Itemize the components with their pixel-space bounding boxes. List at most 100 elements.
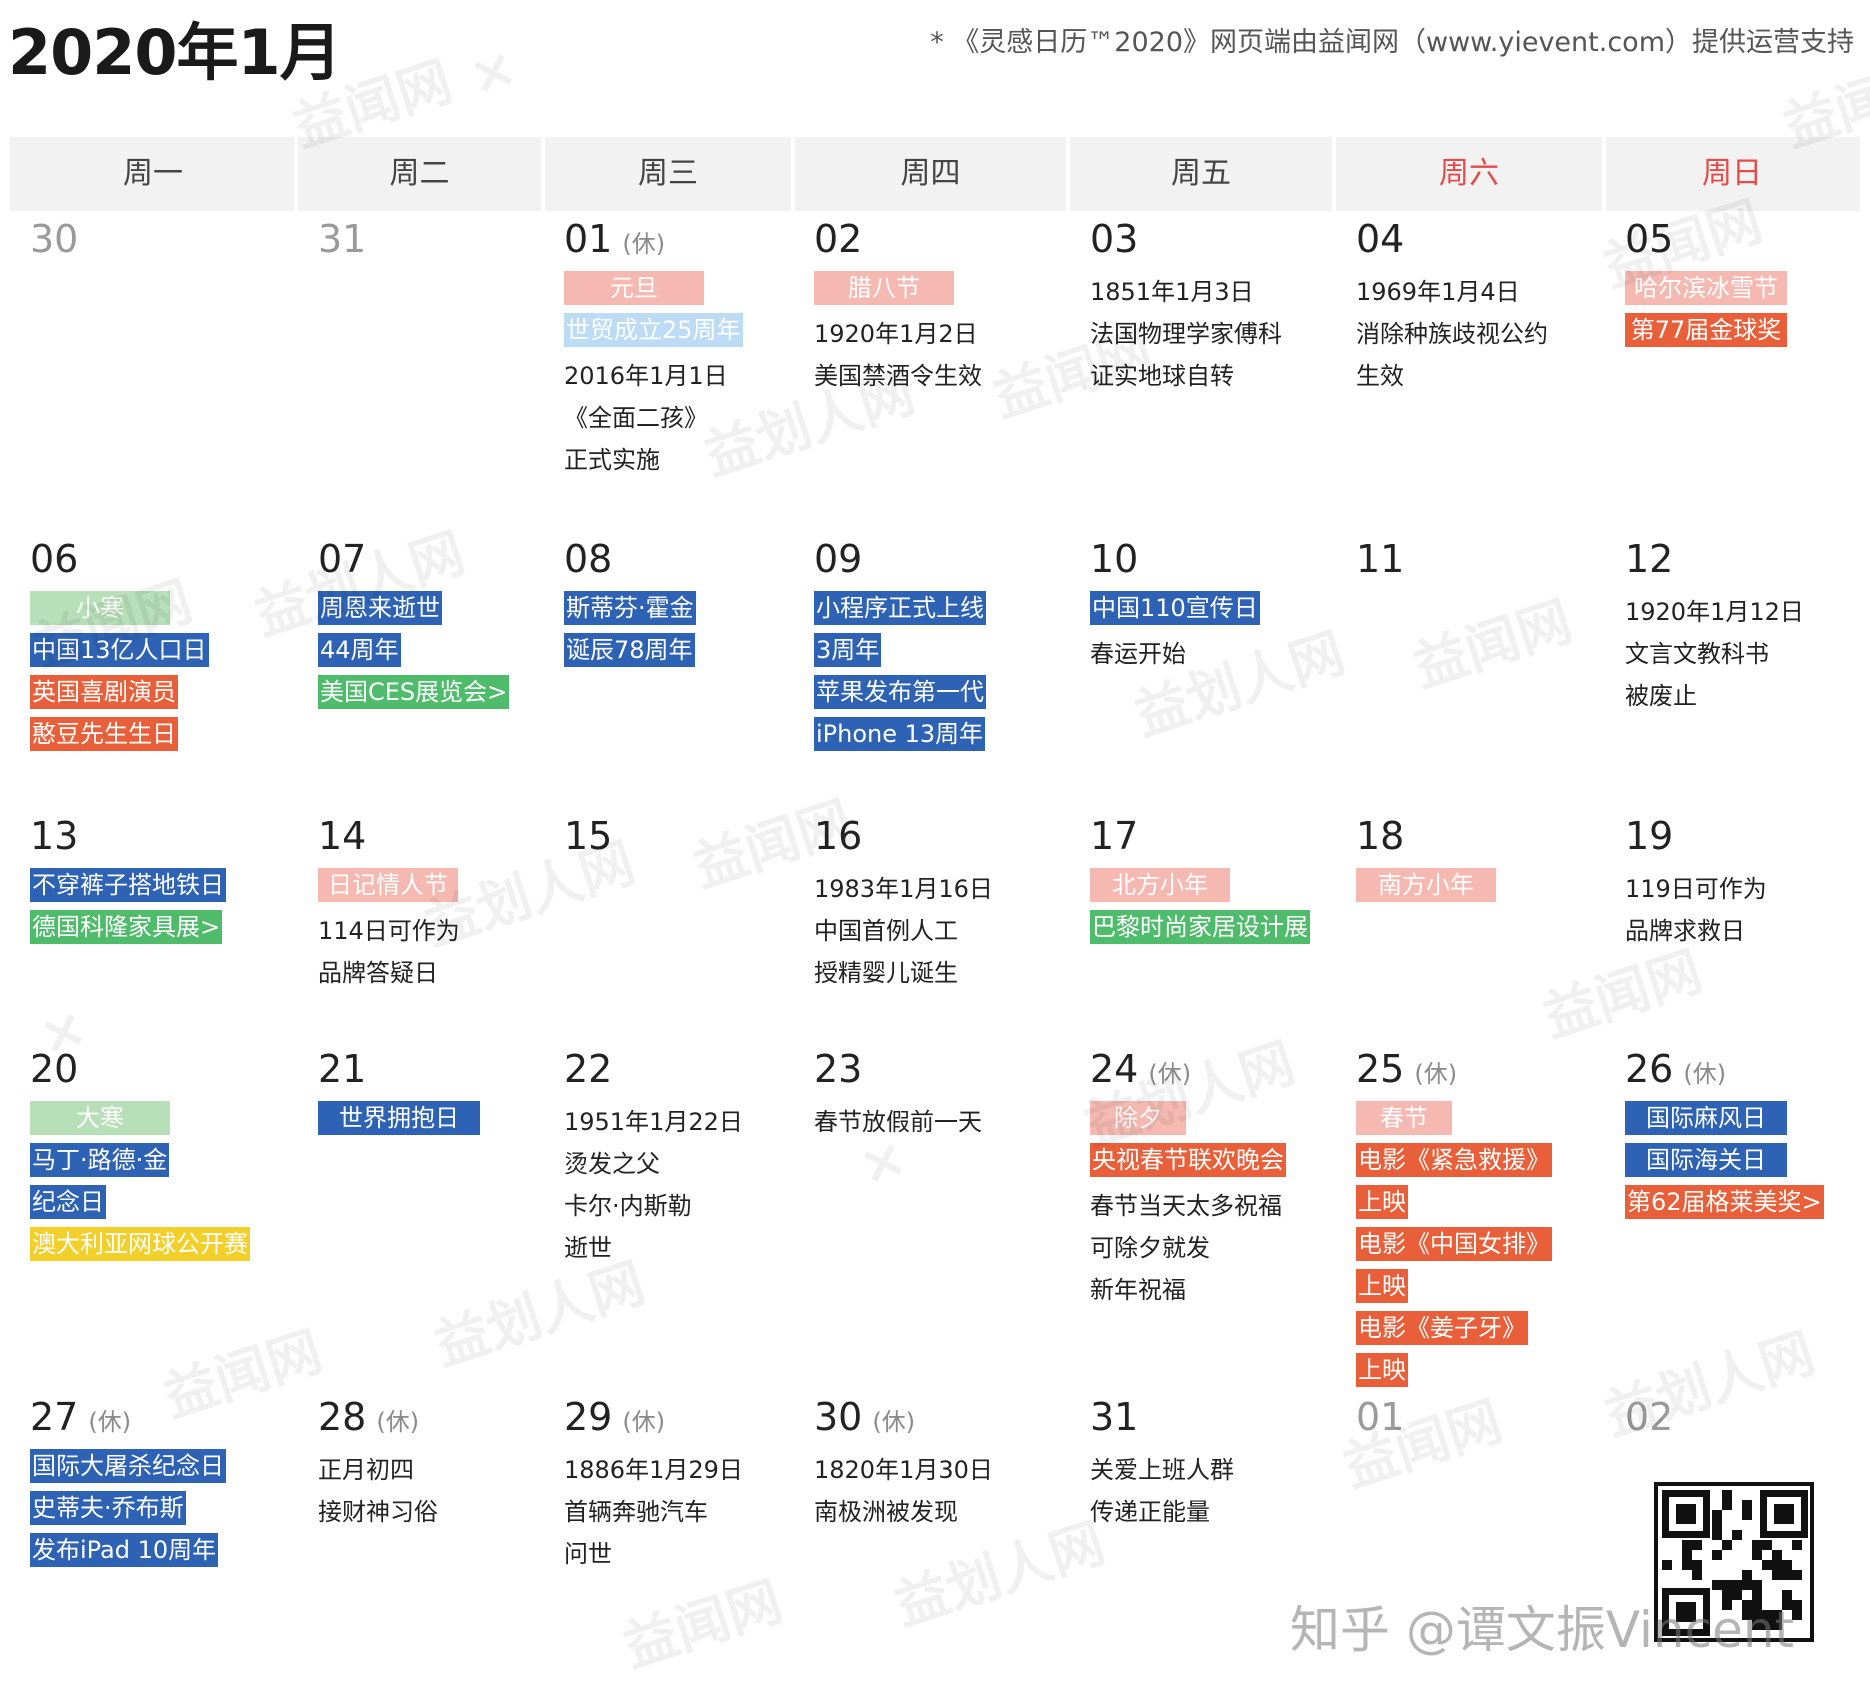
day-cell[interactable]: 31 xyxy=(318,215,539,271)
event-tag[interactable]: 小程序正式上线 xyxy=(814,591,986,625)
event-tag[interactable]: 上映 xyxy=(1356,1269,1408,1303)
day-cell[interactable]: 27 (休) 国际大屠杀纪念日 史蒂夫·乔布斯 发布iPad 10周年 xyxy=(30,1393,292,1575)
day-cell[interactable]: 30 xyxy=(30,215,292,271)
day-cell[interactable]: 01 (休) 元旦 世贸成立25周年 2016年1月1日 《全面二孩》 正式实施 xyxy=(564,215,789,481)
event-note: 授精婴儿诞生 xyxy=(814,959,958,987)
day-cell[interactable]: 05 哈尔滨冰雪节 第77届金球奖 xyxy=(1625,215,1856,355)
day-cell[interactable]: 12 1920年1月12日 文言文教科书 被废止 xyxy=(1625,535,1856,717)
event-tag[interactable]: 北方小年 xyxy=(1090,868,1230,902)
qr-module xyxy=(1732,1530,1742,1540)
event-tag[interactable]: 第77届金球奖 xyxy=(1625,313,1787,347)
weekday-header-3: 周三 xyxy=(638,156,698,191)
event-tag[interactable]: 中国110宣传日 xyxy=(1090,591,1260,625)
day-cell[interactable]: 30 (休) 1820年1月30日 南极洲被发现 xyxy=(814,1393,1064,1533)
day-number: 01 (休) xyxy=(564,215,789,263)
day-cell[interactable]: 28 (休) 正月初四 接财神习俗 xyxy=(318,1393,539,1533)
event-tag[interactable]: 憨豆先生生日 xyxy=(30,717,178,751)
day-number: 23 xyxy=(814,1045,1064,1093)
event-tag[interactable]: 春节 xyxy=(1356,1101,1452,1135)
event-tag[interactable]: 澳大利亚网球公开赛 xyxy=(30,1227,250,1261)
day-cell[interactable]: 07 周恩来逝世 44周年 美国CES展览会> xyxy=(318,535,539,717)
event-tag[interactable]: 南方小年 xyxy=(1356,868,1496,902)
day-cell[interactable]: 01 xyxy=(1356,1393,1600,1449)
day-cell[interactable]: 02 xyxy=(1625,1393,1856,1449)
watermark-text: 益闻网 xyxy=(615,1569,790,1680)
day-number-text: 08 xyxy=(564,537,613,581)
event-tag[interactable]: 马丁·路德·金 xyxy=(30,1143,170,1177)
day-cell[interactable]: 17 北方小年 巴黎时尚家居设计展 xyxy=(1090,812,1330,952)
day-cell[interactable]: 13 不穿裤子搭地铁日 德国科隆家具展> xyxy=(30,812,292,952)
event-tag[interactable]: 腊八节 xyxy=(814,271,954,305)
event-tag[interactable]: 元旦 xyxy=(564,271,704,305)
qr-module xyxy=(1742,1500,1752,1510)
event-tag[interactable]: 纪念日 xyxy=(30,1185,106,1219)
day-cell[interactable]: 10 中国110宣传日 春运开始 xyxy=(1090,535,1330,675)
day-cell[interactable]: 26 (休) 国际麻风日 国际海关日 第62届格莱美奖> xyxy=(1625,1045,1856,1227)
day-number-text: 10 xyxy=(1090,537,1139,581)
event-tag[interactable]: 史蒂夫·乔布斯 xyxy=(30,1491,186,1525)
event-tag[interactable]: 日记情人节 xyxy=(318,868,458,902)
event-tag[interactable]: 德国科隆家具展> xyxy=(30,910,223,944)
event-tag[interactable]: 发布iPad 10周年 xyxy=(30,1533,219,1567)
event-tag[interactable]: 小寒 xyxy=(30,591,170,625)
qr-module xyxy=(1742,1570,1752,1580)
event-tag[interactable]: 世贸成立25周年 xyxy=(564,313,743,347)
event-tag[interactable]: 第62届格莱美奖> xyxy=(1625,1185,1824,1219)
day-cell[interactable]: 08 斯蒂芬·霍金 诞辰78周年 xyxy=(564,535,789,675)
event-tag[interactable]: 上映 xyxy=(1356,1185,1408,1219)
qr-module xyxy=(1692,1570,1702,1580)
day-number-text: 01 xyxy=(1356,1395,1405,1439)
event-tag-row: iPhone 13周年 xyxy=(814,717,1064,759)
event-tag[interactable]: 诞辰78周年 xyxy=(564,633,695,667)
day-cell[interactable]: 21 世界拥抱日 xyxy=(318,1045,539,1143)
event-tag[interactable]: 除夕 xyxy=(1090,1101,1186,1135)
day-cell[interactable]: 02 腊八节 1920年1月2日 美国禁酒令生效 xyxy=(814,215,1064,397)
day-cell[interactable]: 04 1969年1月4日 消除种族歧视公约 生效 xyxy=(1356,215,1600,397)
day-cell[interactable]: 16 1983年1月16日 中国首例人工 授精婴儿诞生 xyxy=(814,812,1064,994)
event-tag[interactable]: 不穿裤子搭地铁日 xyxy=(30,868,226,902)
day-cell[interactable]: 15 xyxy=(564,812,789,868)
event-tag[interactable]: 斯蒂芬·霍金 xyxy=(564,591,696,625)
holiday-badge: (休) xyxy=(376,1408,420,1436)
event-tag-row: 腊八节 xyxy=(814,271,1064,313)
event-tag[interactable]: 苹果发布第一代 xyxy=(814,675,986,709)
event-tag[interactable]: 周恩来逝世 xyxy=(318,591,442,625)
event-tag[interactable]: 哈尔滨冰雪节 xyxy=(1625,271,1787,305)
day-number-text: 13 xyxy=(30,814,79,858)
event-tag[interactable]: 3周年 xyxy=(814,633,882,667)
day-number-text: 31 xyxy=(1090,1395,1139,1439)
event-tag[interactable]: iPhone 13周年 xyxy=(814,717,986,751)
day-cell[interactable]: 11 xyxy=(1356,535,1600,591)
day-cell[interactable]: 09 小程序正式上线 3周年 苹果发布第一代 iPhone 13周年 xyxy=(814,535,1064,759)
day-cell[interactable]: 25 (休) 春节 电影《紧急救援》 上映 电影《中国女排》 上映 电影《姜子牙》 上映 xyxy=(1356,1045,1600,1395)
event-tag[interactable]: 电影《中国女排》 xyxy=(1356,1227,1552,1261)
event-tag[interactable]: 国际海关日 xyxy=(1625,1143,1787,1177)
event-tag[interactable]: 电影《紧急救援》 xyxy=(1356,1143,1552,1177)
event-tag[interactable]: 世界拥抱日 xyxy=(318,1101,480,1135)
event-tag[interactable]: 美国CES展览会> xyxy=(318,675,510,709)
day-cell[interactable]: 29 (休) 1886年1月29日 首辆奔驰汽车 问世 xyxy=(564,1393,789,1575)
event-tag[interactable]: 国际大屠杀纪念日 xyxy=(30,1449,226,1483)
event-tag[interactable]: 巴黎时尚家居设计展 xyxy=(1090,910,1310,944)
day-number-text: 06 xyxy=(30,537,79,581)
day-cell[interactable]: 24 (休) 除夕 央视春节联欢晚会 春节当天太多祝福 可除夕就发 新年祝福 xyxy=(1090,1045,1330,1311)
day-cell[interactable]: 20 大寒 马丁·路德·金 纪念日 澳大利亚网球公开赛 xyxy=(30,1045,292,1269)
event-tag[interactable]: 电影《姜子牙》 xyxy=(1356,1311,1528,1345)
qr-module xyxy=(1752,1540,1762,1550)
event-tag[interactable]: 大寒 xyxy=(30,1101,170,1135)
event-tag[interactable]: 中国13亿人口日 xyxy=(30,633,209,667)
day-cell[interactable]: 18 南方小年 xyxy=(1356,812,1600,910)
day-cell[interactable]: 19 119日可作为 品牌求救日 xyxy=(1625,812,1856,952)
event-tag[interactable]: 44周年 xyxy=(318,633,401,667)
day-number-text: 03 xyxy=(1090,217,1139,261)
event-tag[interactable]: 上映 xyxy=(1356,1353,1408,1387)
day-cell[interactable]: 23 春节放假前一天 xyxy=(814,1045,1064,1143)
day-cell[interactable]: 31 关爱上班人群 传递正能量 xyxy=(1090,1393,1330,1533)
day-cell[interactable]: 22 1951年1月22日 烫发之父 卡尔·内斯勒 逝世 xyxy=(564,1045,789,1269)
day-cell[interactable]: 06 小寒中国13亿人口日 英国喜剧演员 憨豆先生生日 xyxy=(30,535,292,759)
event-tag[interactable]: 国际麻风日 xyxy=(1625,1101,1787,1135)
day-cell[interactable]: 14 日记情人节 114日可作为 品牌答疑日 xyxy=(318,812,539,994)
day-cell[interactable]: 03 1851年1月3日 法国物理学家傅科 证实地球自转 xyxy=(1090,215,1330,397)
event-tag[interactable]: 央视春节联欢晚会 xyxy=(1090,1143,1286,1177)
event-tag[interactable]: 英国喜剧演员 xyxy=(30,675,178,709)
